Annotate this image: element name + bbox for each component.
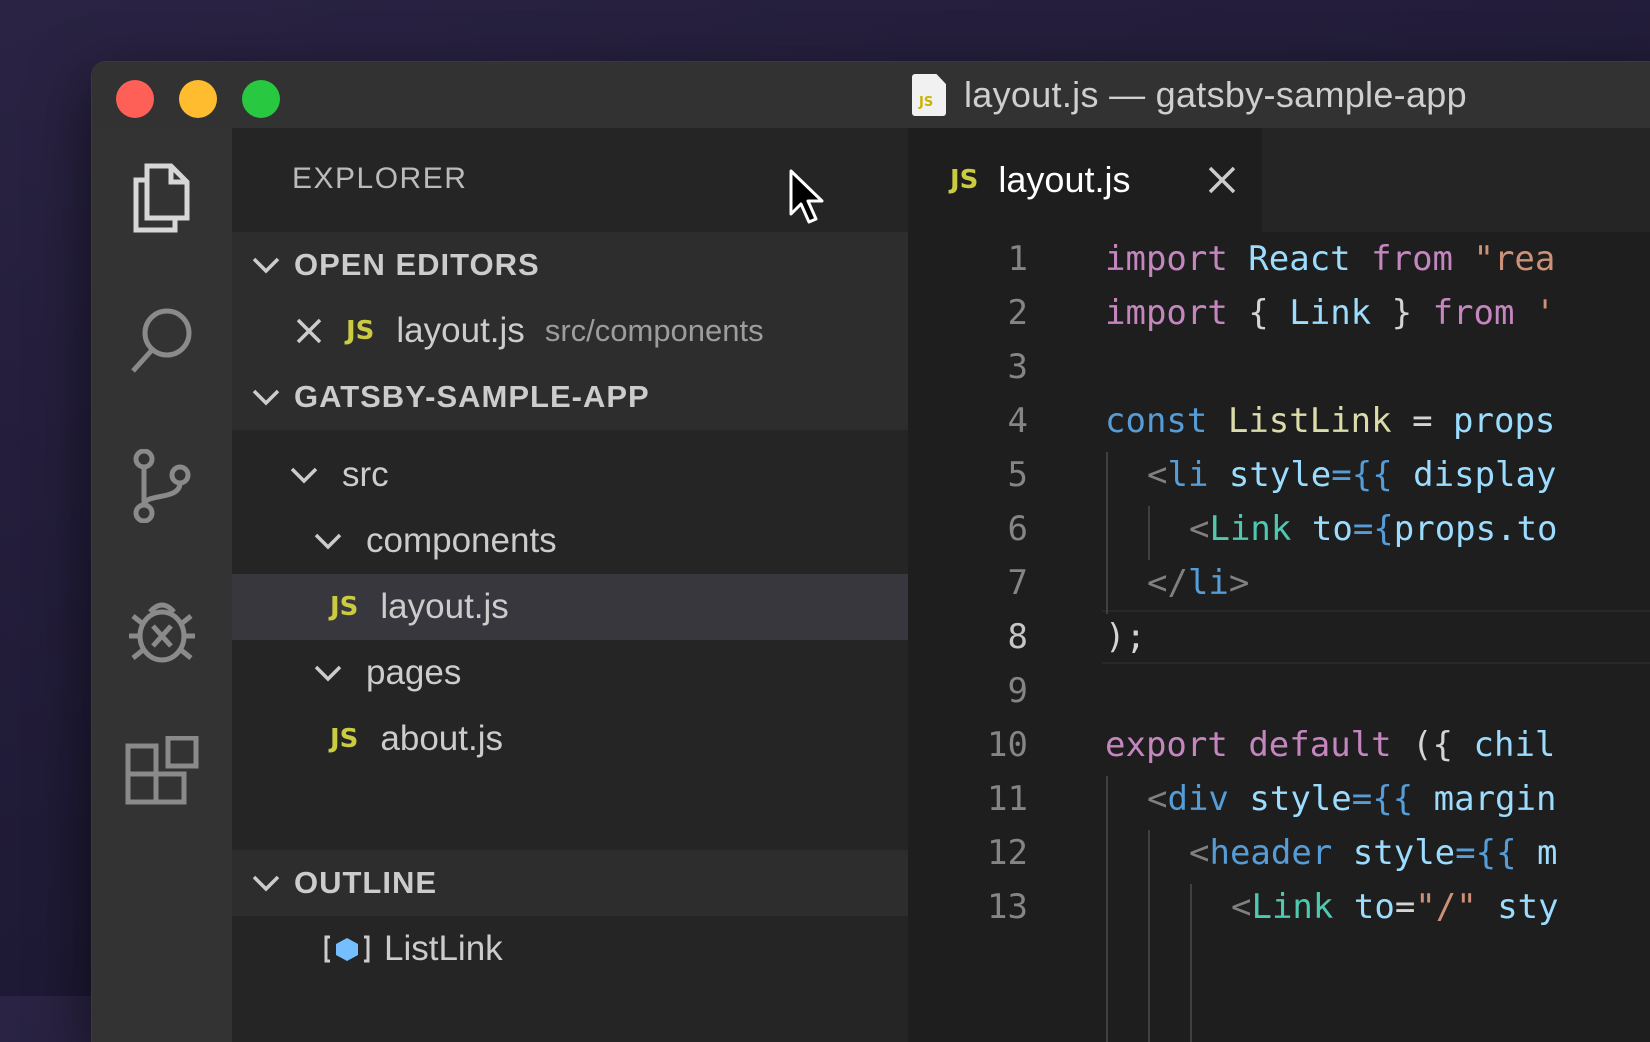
line-text: import React from "rea [1105,239,1556,279]
project-section-header[interactable]: GATSBY-SAMPLE-APP [232,364,908,430]
editor-tabs: JS layout.js [908,128,1650,232]
js-file-badge: JS [950,165,979,195]
code-line: 12 <header style={{ m [908,826,1650,880]
symbol-variable-icon [324,935,370,963]
outline-label: OUTLINE [294,865,438,900]
files-icon[interactable] [122,158,202,238]
chevron-down-icon [290,467,318,484]
tree-item-layout-js[interactable]: JS layout.js [232,574,1006,640]
line-number: 9 [1007,671,1028,711]
line-number: 12 [987,833,1028,873]
js-file-badge: JS [346,316,375,346]
tree-item-about-js[interactable]: JS about.js [232,706,1006,772]
line-text: <li style={{ display [1147,455,1557,495]
code-editor[interactable]: 1 import React from "rea 2 import { Link… [908,232,1650,1042]
outline-item[interactable]: ListLink [232,916,1000,982]
minimize-window-button[interactable] [179,80,217,118]
line-number: 5 [1007,455,1028,495]
line-number: 10 [987,725,1028,765]
line-number: 6 [1007,509,1028,549]
tree-item-src[interactable]: src [232,442,964,508]
tab-layout-js[interactable]: JS layout.js [908,128,1262,232]
line-number: 1 [1007,239,1028,279]
close-window-button[interactable] [116,80,154,118]
code-line: 1 import React from "rea [908,232,1650,286]
code-line: 2 import { Link } from ' [908,286,1650,340]
line-number: 8 [1007,617,1028,657]
editor-area: JS layout.js 1 import React from "rea 2 … [908,128,1650,1042]
line-number: 7 [1007,563,1028,603]
line-text: <Link to="/" sty [1231,887,1559,927]
tab-label: layout.js [998,159,1131,200]
chevron-down-icon [252,875,280,892]
line-text: export default ({ chil [1105,725,1556,765]
open-editor-filename: layout.js [396,311,525,350]
line-number: 13 [987,887,1028,927]
outline-section-header[interactable]: OUTLINE [232,850,908,916]
chevron-down-icon [252,389,280,406]
open-editors-section-header[interactable]: OPEN EDITORS [232,232,908,298]
code-line: 11 <div style={{ margin [908,772,1650,826]
code-line: 10 export default ({ chil [908,718,1650,772]
line-text: import { Link } from ' [1105,293,1556,333]
code-line: 8 ); [908,610,1650,664]
chevron-down-icon [252,257,280,274]
js-file-badge: JS [330,592,359,622]
close-tab-icon[interactable] [1206,164,1238,196]
window-title: layout.js — gatsby-sample-app [964,74,1467,115]
line-number: 2 [1007,293,1028,333]
code-line: 7 </li> [908,556,1650,610]
line-text: const ListLink = props [1105,401,1556,441]
tree-item-label: components [366,521,557,560]
open-editors-label: OPEN EDITORS [294,247,540,282]
title-bar: JS layout.js — gatsby-sample-app [92,62,1650,129]
tree-item-pages[interactable]: pages [232,640,988,706]
source-control-icon[interactable] [122,446,202,526]
project-label: GATSBY-SAMPLE-APP [294,379,650,414]
search-icon[interactable] [122,300,202,380]
code-line: 5 <li style={{ display [908,448,1650,502]
explorer-sidebar: EXPLORER OPEN EDITORS JS layout.js src/c… [232,128,1006,1042]
line-text: </li> [1147,563,1250,603]
tree-item-label: src [342,455,389,494]
mouse-pointer-icon [789,169,824,224]
code-line: 3 [908,340,1650,394]
js-file-icon: JS [912,74,946,116]
line-number: 4 [1007,401,1028,441]
code-line: 13 <Link to="/" sty [908,880,1650,934]
file-icon-label: JS [919,95,934,110]
tree-item-components[interactable]: components [232,508,988,574]
open-editor-path: src/components [544,313,764,348]
js-file-badge: JS [330,724,359,754]
debug-icon[interactable] [122,590,202,670]
code-line: 4 const ListLink = props [908,394,1650,448]
chevron-down-icon [314,665,342,682]
line-text: <Link to={props.to [1189,509,1558,549]
line-text: <div style={{ margin [1147,779,1557,819]
window-title-group: JS layout.js — gatsby-sample-app [912,72,1467,118]
open-editor-item[interactable]: JS layout.js src/components [232,298,908,364]
activity-bar [92,128,232,1042]
chevron-down-icon [314,533,342,550]
line-text: <header style={{ m [1189,833,1558,873]
close-icon[interactable] [294,316,324,346]
vscode-window: JS layout.js — gatsby-sample-app EXPLORE… [92,62,1650,1042]
sidebar-title: EXPLORER [292,162,468,195]
code-line: 9 [908,664,1650,718]
tree-item-label: pages [366,653,462,692]
tree-item-label: layout.js [380,587,509,626]
outline-item-label: ListLink [384,929,503,968]
line-number: 11 [987,779,1028,819]
line-number: 3 [1007,347,1028,387]
line-text: ); [1105,617,1146,657]
extensions-icon[interactable] [122,734,202,814]
maximize-window-button[interactable] [242,80,280,118]
code-line: 6 <Link to={props.to [908,502,1650,556]
tree-item-label: about.js [380,719,503,758]
